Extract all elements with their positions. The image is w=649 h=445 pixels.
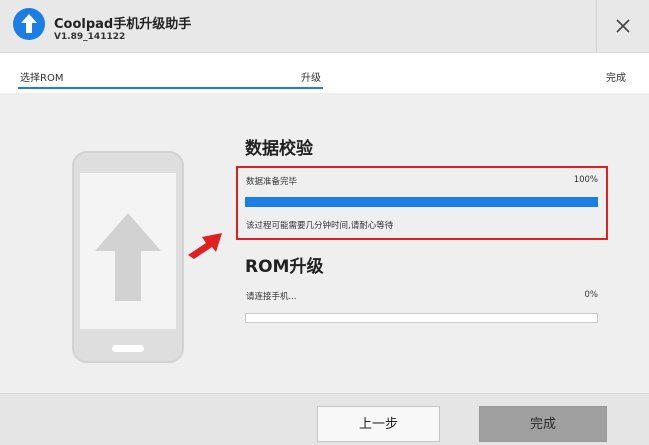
step-upgrade: 升级	[301, 73, 321, 84]
red-pointer-arrow-icon	[188, 233, 222, 259]
footer: 上一步 完成	[0, 393, 649, 445]
close-icon	[616, 19, 630, 33]
title-bar: Coolpad手机升级助手 V1.89_141122	[0, 0, 649, 53]
step-indicator: 选择ROM 升级 完成	[0, 53, 649, 93]
close-button[interactable]	[597, 0, 649, 52]
previous-step-button[interactable]: 上一步	[317, 406, 440, 442]
app-version: V1.89_141122	[54, 32, 126, 42]
data-check-progress-fill	[246, 198, 597, 206]
app-logo-icon	[13, 8, 45, 40]
phone-upgrade-illustration	[72, 151, 184, 363]
data-check-note: 该过程可能需要几分钟时间,请耐心等待	[246, 221, 394, 231]
rom-upgrade-progress-bar	[245, 313, 598, 323]
step-complete: 完成	[606, 73, 626, 84]
data-check-status: 数据准备完毕	[246, 177, 298, 187]
finish-button[interactable]: 完成	[479, 406, 607, 442]
rom-upgrade-status: 请连接手机...	[246, 292, 297, 302]
data-check-title: 数据校验	[245, 139, 313, 159]
rom-upgrade-percent: 0%	[584, 290, 599, 300]
step-progress-track	[18, 87, 323, 89]
app-title: Coolpad手机升级助手	[54, 17, 192, 32]
data-check-percent: 100%	[573, 175, 598, 185]
data-check-progress-bar	[245, 197, 598, 207]
main-content: 数据校验 数据准备完毕 100% 该过程可能需要几分钟时间,请耐心等待 ROM升…	[0, 93, 649, 393]
rom-upgrade-title: ROM升级	[245, 257, 324, 277]
step-select-rom: 选择ROM	[20, 73, 64, 84]
